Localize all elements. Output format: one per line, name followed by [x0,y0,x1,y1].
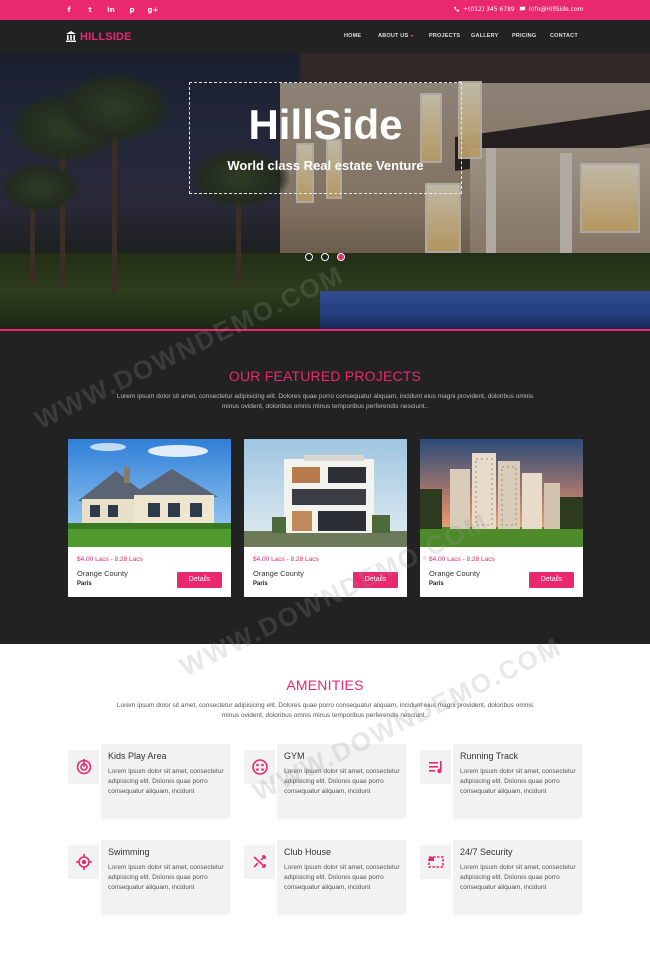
slider-dot-1[interactable] [305,253,313,261]
amenity-text: Lorem ipsum dolor sit amet, consectetur … [284,768,400,795]
project-card: $4.00 Lacs - 8.28 Lacs Orange County Par… [68,439,231,597]
amenity-title: 24/7 Security [460,847,513,857]
caret-down-icon [410,34,415,37]
amenity-icon-box [244,750,275,784]
project-city: Paris [253,581,268,587]
phone-icon [454,6,460,12]
amenity-title: Club House [284,847,332,857]
project-price: $4.00 Lacs - 8.28 Lacs [429,556,495,563]
bank-icon [66,31,76,42]
amenity-icon-box [420,750,451,784]
nav-pricing[interactable]: PRICING [512,20,536,53]
amenity-text: Lorem ipsum dolor sit amet, consectetur … [460,864,576,891]
project-image-towers [420,439,583,547]
amenity-icon-box [68,750,99,784]
kids-play-icon [76,759,92,775]
amenity-card: Club House Lorem ipsum dolor sit amet, c… [277,840,407,915]
gym-icon [252,759,268,775]
logo-text: HILLSIDE [80,31,132,43]
amenity-title: Running Track [460,751,519,761]
amenity-card: Kids Play Area Lorem ipsum dolor sit ame… [101,744,231,819]
details-button[interactable]: Details [177,572,222,588]
facebook-icon[interactable]: f [62,0,76,20]
amenities-description: Lorem ipsum dolor sit amet, consectetur … [116,702,534,719]
security-icon [428,856,444,868]
project-image[interactable] [244,439,407,547]
linkedin-icon[interactable]: in [104,0,118,20]
swimming-icon [76,854,92,870]
topbar-phone: +(012) 345 6789 [453,0,515,20]
amenity-icon-box [68,845,99,879]
details-button[interactable]: Details [353,572,398,588]
nav-projects[interactable]: PROJECTS [429,20,460,53]
project-name: Orange County [253,569,304,578]
details-button[interactable]: Details [529,572,574,588]
amenity-text: Lorem ipsum dolor sit amet, consectetur … [108,864,224,891]
amenity-title: Kids Play Area [108,751,167,761]
project-name: Orange County [77,569,128,578]
hero-title: HillSide [248,101,403,148]
amenity-card: GYM Lorem ipsum dolor sit amet, consecte… [277,744,407,819]
project-card: $4.00 Lacs - 8.28 Lacs Orange County Par… [420,439,583,597]
project-image-house-1 [68,439,231,547]
project-image[interactable] [68,439,231,547]
amenity-text: Lorem ipsum dolor sit amet, consectetur … [284,864,400,891]
project-image[interactable] [420,439,583,547]
topbar-email[interactable]: info@HillSide.com [519,0,583,20]
google-plus-icon[interactable]: g+ [146,0,160,20]
project-city: Paris [429,581,444,587]
nav-about-us[interactable]: ABOUT US [378,20,415,53]
project-price: $4.00 Lacs - 8.28 Lacs [253,556,319,563]
nav-contact[interactable]: CONTACT [550,20,578,53]
nav-home[interactable]: HOME [344,20,361,53]
amenities-title: AMENITIES [286,677,364,693]
amenity-card: Swimming Lorem ipsum dolor sit amet, con… [101,840,231,915]
email-address: info@HillSide.com [529,6,584,13]
phone-number: +(012) 345 6789 [463,6,515,13]
amenity-icon-box [244,845,275,879]
project-price: $4.00 Lacs - 8.28 Lacs [77,556,143,563]
amenity-card: Running Track Lorem ipsum dolor sit amet… [453,744,583,819]
project-card: $4.00 Lacs - 8.28 Lacs Orange County Par… [244,439,407,597]
slider-dot-2[interactable] [321,253,329,261]
chat-icon [519,6,526,11]
project-city: Paris [77,581,92,587]
featured-description: Lorem ipsum dolor sit amet, consectetur … [116,393,534,410]
twitter-icon[interactable]: t [83,0,97,20]
amenity-title: Swimming [108,847,150,857]
running-track-icon [429,761,442,774]
project-name: Orange County [429,569,480,578]
club-house-icon [253,855,266,868]
amenity-icon-box [420,845,451,879]
nav-gallery[interactable]: GALLERY [471,20,498,53]
pinterest-icon[interactable]: p [125,0,139,20]
amenity-text: Lorem ipsum dolor sit amet, consectetur … [108,768,224,795]
slider-dot-3[interactable] [337,253,345,261]
hero-subtitle: World class Real estate Venture [227,158,424,173]
amenity-card: 24/7 Security Lorem ipsum dolor sit amet… [453,840,583,915]
amenity-title: GYM [284,751,305,761]
amenity-text: Lorem ipsum dolor sit amet, consectetur … [460,768,576,795]
project-image-house-2 [244,439,407,547]
featured-title: OUR FEATURED PROJECTS [228,368,422,384]
nav-about-us-label: ABOUT US [378,33,409,39]
